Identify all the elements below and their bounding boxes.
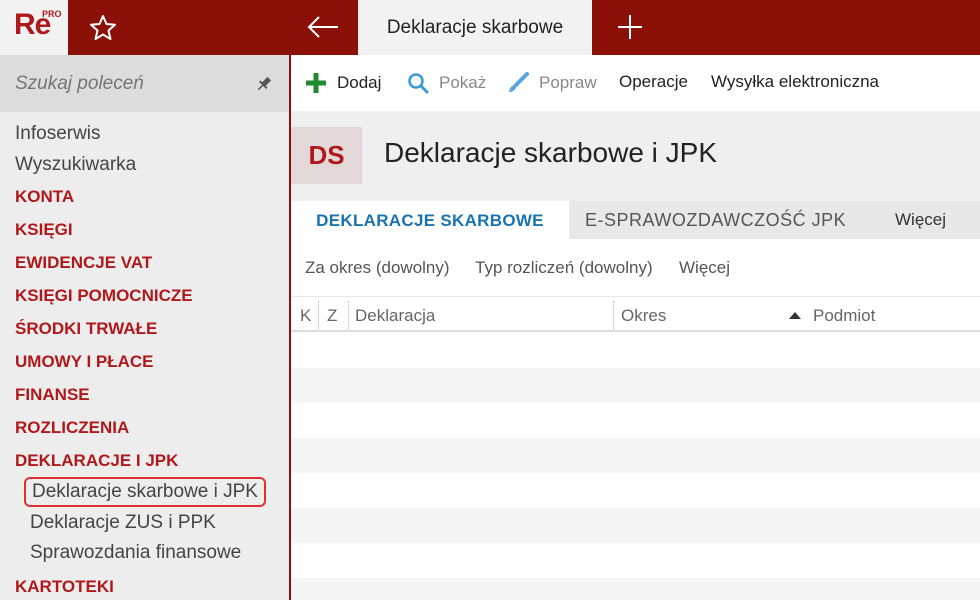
add-button-label: Dodaj	[337, 73, 382, 92]
tab-deklaracje-skarbowe[interactable]: Deklaracje skarbowe	[358, 0, 592, 55]
sidebar-section-ksiegi-pomocnicze[interactable]: KSIĘGI POMOCNICZE	[15, 286, 193, 306]
table-row[interactable]	[291, 368, 980, 403]
toolbar: Dodaj Pokaż Popraw Operacje Wysyłka elek…	[291, 55, 980, 111]
edit-button-label: Popraw	[539, 73, 597, 92]
sidebar-section-ewidencje-vat[interactable]: EWIDENCJE VAT	[15, 253, 152, 273]
tab-label: Deklaracje skarbowe	[386, 16, 564, 38]
sidebar-section-konta[interactable]: KONTA	[15, 187, 74, 207]
filter-period[interactable]: Za okres (dowolny)	[305, 258, 450, 278]
add-button[interactable]: Dodaj	[305, 72, 381, 94]
page-title: Deklaracje skarbowe i JPK	[384, 137, 718, 168]
column-podmiot[interactable]: Podmiot	[813, 306, 875, 326]
filter-more[interactable]: Więcej	[679, 258, 730, 278]
grid-header: K Z Deklaracja Okres Podmiot	[291, 296, 980, 332]
operations-menu[interactable]: Operacje	[619, 72, 688, 92]
filters-bar: Za okres (dowolny) Typ rozliczeń (dowoln…	[291, 239, 980, 296]
content-tabs: DEKLARACJE SKARBOWE E-SPRAWOZDAWCZOŚĆ JP…	[291, 201, 980, 241]
search-icon	[407, 72, 429, 94]
sidebar-section-deklaracje-i-jpk[interactable]: DEKLARACJE I JPK	[15, 451, 178, 471]
sidebar-item-sprawozdania-finansowe[interactable]: Sprawozdania finansowe	[30, 542, 241, 564]
plus-icon	[305, 72, 327, 94]
column-separator	[613, 301, 614, 329]
favorite-star-icon[interactable]	[88, 13, 118, 43]
pin-icon[interactable]	[255, 75, 273, 93]
table-row[interactable]	[291, 473, 980, 508]
tab-label: DEKLARACJE SKARBOWE	[316, 211, 544, 230]
brush-icon	[507, 72, 529, 94]
edit-button[interactable]: Popraw	[507, 72, 597, 94]
sidebar-item-wyszukiwarka[interactable]: Wyszukiwarka	[15, 154, 136, 176]
tab-e-sprawozdawczosc-jpk[interactable]: E-SPRAWOZDAWCZOŚĆ JPK	[585, 210, 846, 231]
top-bar: Re PRO Deklaracje skarbowe	[0, 0, 980, 55]
app-logo[interactable]: Re PRO	[0, 0, 68, 55]
grid-body	[291, 333, 980, 600]
filter-settlement-type[interactable]: Typ rozliczeń (dowolny)	[475, 258, 653, 278]
sidebar-section-finanse[interactable]: FINANSE	[15, 385, 90, 405]
sidebar-section-srodki-trwale[interactable]: ŚRODKI TRWAŁE	[15, 319, 157, 339]
column-z[interactable]: Z	[327, 306, 337, 326]
column-k[interactable]: K	[300, 306, 311, 326]
new-tab-plus-icon[interactable]	[615, 12, 645, 42]
table-row[interactable]	[291, 508, 980, 543]
sidebar-section-ksiegi[interactable]: KSIĘGI	[15, 220, 73, 240]
operations-label: Operacje	[619, 72, 688, 91]
logo-pro-badge: PRO	[42, 9, 62, 19]
table-row[interactable]	[291, 438, 980, 473]
table-row[interactable]	[291, 403, 980, 438]
column-okres[interactable]: Okres	[621, 306, 666, 326]
sidebar-section-umowy-i-place[interactable]: UMOWY I PŁACE	[15, 352, 154, 372]
sidebar: Infoserwis Wyszukiwarka KONTA KSIĘGI EWI…	[0, 55, 289, 600]
sidebar-item-deklaracje-zus-i-ppk[interactable]: Deklaracje ZUS i PPK	[30, 512, 216, 534]
electronic-send-menu[interactable]: Wysyłka elektroniczna	[711, 72, 879, 92]
electronic-send-label: Wysyłka elektroniczna	[711, 72, 880, 91]
back-arrow-icon[interactable]	[305, 12, 341, 42]
tab-more[interactable]: Więcej	[895, 210, 946, 230]
table-row[interactable]	[291, 578, 980, 600]
command-search	[0, 55, 289, 112]
page-header: DS Deklaracje skarbowe i JPK	[291, 111, 980, 201]
column-deklaracja[interactable]: Deklaracja	[355, 306, 435, 326]
sidebar-item-deklaracje-skarbowe-i-jpk[interactable]: Deklaracje skarbowe i JPK	[24, 477, 266, 507]
table-row[interactable]	[291, 543, 980, 578]
sort-ascending-icon[interactable]	[789, 312, 801, 319]
sidebar-section-kartoteki[interactable]: KARTOTEKI	[15, 577, 114, 597]
search-input[interactable]	[15, 73, 235, 95]
sidebar-section-rozliczenia[interactable]: ROZLICZENIA	[15, 418, 129, 438]
module-badge: DS	[291, 127, 362, 184]
table-row[interactable]	[291, 333, 980, 368]
show-button-label: Pokaż	[439, 73, 487, 92]
column-separator	[318, 301, 319, 329]
tab-deklaracje-skarbowe-content[interactable]: DEKLARACJE SKARBOWE	[291, 201, 569, 241]
sidebar-item-infoserwis[interactable]: Infoserwis	[15, 123, 101, 145]
column-separator	[348, 301, 349, 329]
show-button[interactable]: Pokaż	[407, 72, 486, 94]
